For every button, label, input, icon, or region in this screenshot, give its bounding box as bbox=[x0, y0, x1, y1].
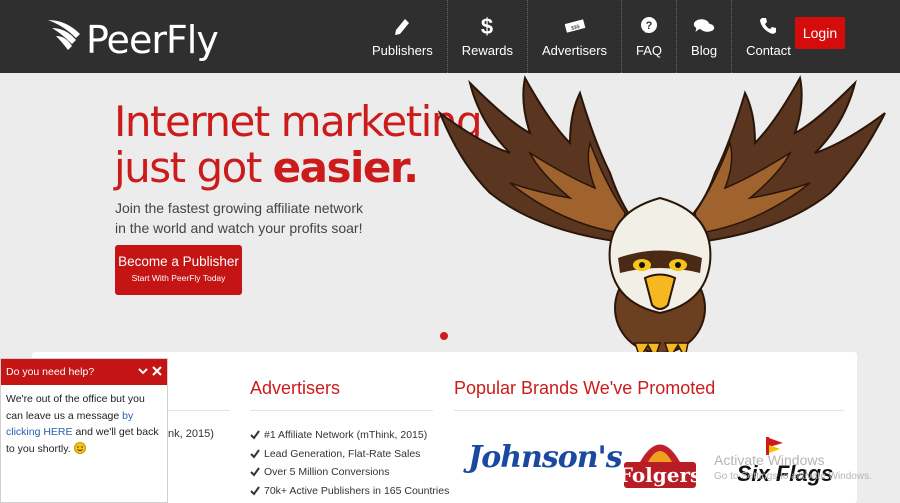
svg-text:$: $ bbox=[481, 15, 493, 37]
carousel-dot[interactable] bbox=[440, 332, 448, 340]
advertisers-list: #1 Affiliate Network (mThink, 2015) Lead… bbox=[250, 426, 449, 500]
hero-title-line2: just got easier. bbox=[114, 143, 419, 192]
publishers-partial-text: nk, 2015) bbox=[168, 428, 214, 440]
question-icon: ? bbox=[638, 15, 660, 37]
list-item: #1 Affiliate Network (mThink, 2015) bbox=[250, 426, 449, 445]
chat-message: We're out of the office but you can leav… bbox=[6, 393, 159, 455]
svg-text:Folgers: Folgers bbox=[620, 463, 700, 487]
johnsons-logo: Johnson's bbox=[468, 440, 623, 475]
advertisers-heading: Advertisers bbox=[250, 378, 341, 398]
windows-watermark-title: Activate Windows bbox=[714, 452, 825, 468]
logo-text: PeerFly bbox=[86, 18, 219, 62]
eagle-mascot-image bbox=[437, 75, 886, 358]
nav-label: Contact bbox=[746, 43, 791, 58]
advertisers-divider bbox=[250, 410, 433, 411]
windows-watermark-subtitle: Go to Settings to activate Windows. bbox=[714, 471, 872, 482]
hero-title-emphasis: easier. bbox=[272, 143, 419, 192]
logo[interactable]: PeerFly bbox=[46, 14, 219, 62]
nav-label: FAQ bbox=[636, 43, 663, 58]
nav-label: Advertisers bbox=[542, 43, 608, 58]
dollar-icon: $ bbox=[476, 15, 498, 37]
chat-bubbles-icon bbox=[693, 15, 715, 37]
site-header: PeerFly Publishers $ Rewards $$$ Adverti… bbox=[0, 0, 900, 73]
cta-sublabel: Start With PeerFly Today bbox=[131, 273, 226, 283]
pencil-icon bbox=[391, 15, 413, 37]
nav-blog[interactable]: Blog bbox=[677, 0, 733, 73]
chat-title: Do you need help? bbox=[6, 366, 95, 378]
brands-divider bbox=[454, 410, 844, 411]
nav-contact[interactable]: Contact bbox=[732, 0, 805, 73]
nav-advertisers[interactable]: $$$ Advertisers bbox=[528, 0, 623, 73]
cta-label: Become a Publisher bbox=[118, 254, 239, 269]
nav-label: Blog bbox=[691, 43, 718, 58]
phone-icon bbox=[757, 15, 779, 37]
close-icon[interactable] bbox=[151, 365, 163, 377]
list-item: 70k+ Active Publishers in 165 Countries bbox=[250, 482, 449, 501]
list-item: Lead Generation, Flat-Rate Sales bbox=[250, 445, 449, 464]
brands-heading: Popular Brands We've Promoted bbox=[454, 378, 716, 398]
money-icon: $$$ bbox=[564, 15, 586, 37]
nav-rewards[interactable]: $ Rewards bbox=[448, 0, 528, 73]
check-icon bbox=[250, 449, 260, 459]
folgers-logo: Folgers bbox=[620, 444, 700, 488]
list-item: Over 5 Million Conversions bbox=[250, 463, 449, 482]
nav-faq[interactable]: ? FAQ bbox=[622, 0, 678, 73]
nav-label: Publishers bbox=[372, 43, 433, 58]
publishers-divider bbox=[168, 410, 230, 411]
chevron-down-icon[interactable] bbox=[137, 365, 149, 377]
hero-subtitle: Join the fastest growing affiliate netwo… bbox=[115, 200, 363, 236]
svg-text:?: ? bbox=[646, 20, 653, 32]
svg-text:$$$: $$$ bbox=[570, 24, 580, 32]
check-icon bbox=[250, 430, 260, 440]
nav-publishers[interactable]: Publishers bbox=[358, 0, 448, 73]
hero-banner: Internet marketing just got easier. Join… bbox=[0, 73, 900, 358]
become-publisher-button[interactable]: Become a Publisher Start With PeerFly To… bbox=[115, 245, 242, 295]
help-chat-widget: Do you need help? We're out of the offic… bbox=[0, 358, 168, 503]
nav-label: Rewards bbox=[461, 43, 513, 58]
smiley-icon bbox=[73, 441, 86, 454]
check-icon bbox=[250, 486, 260, 496]
wing-logo-icon bbox=[48, 20, 80, 50]
main-nav: Publishers $ Rewards $$$ Advertisers ? F… bbox=[358, 0, 805, 73]
check-icon bbox=[250, 467, 260, 477]
chat-header[interactable]: Do you need help? bbox=[1, 359, 167, 385]
login-button[interactable]: Login bbox=[795, 17, 845, 49]
